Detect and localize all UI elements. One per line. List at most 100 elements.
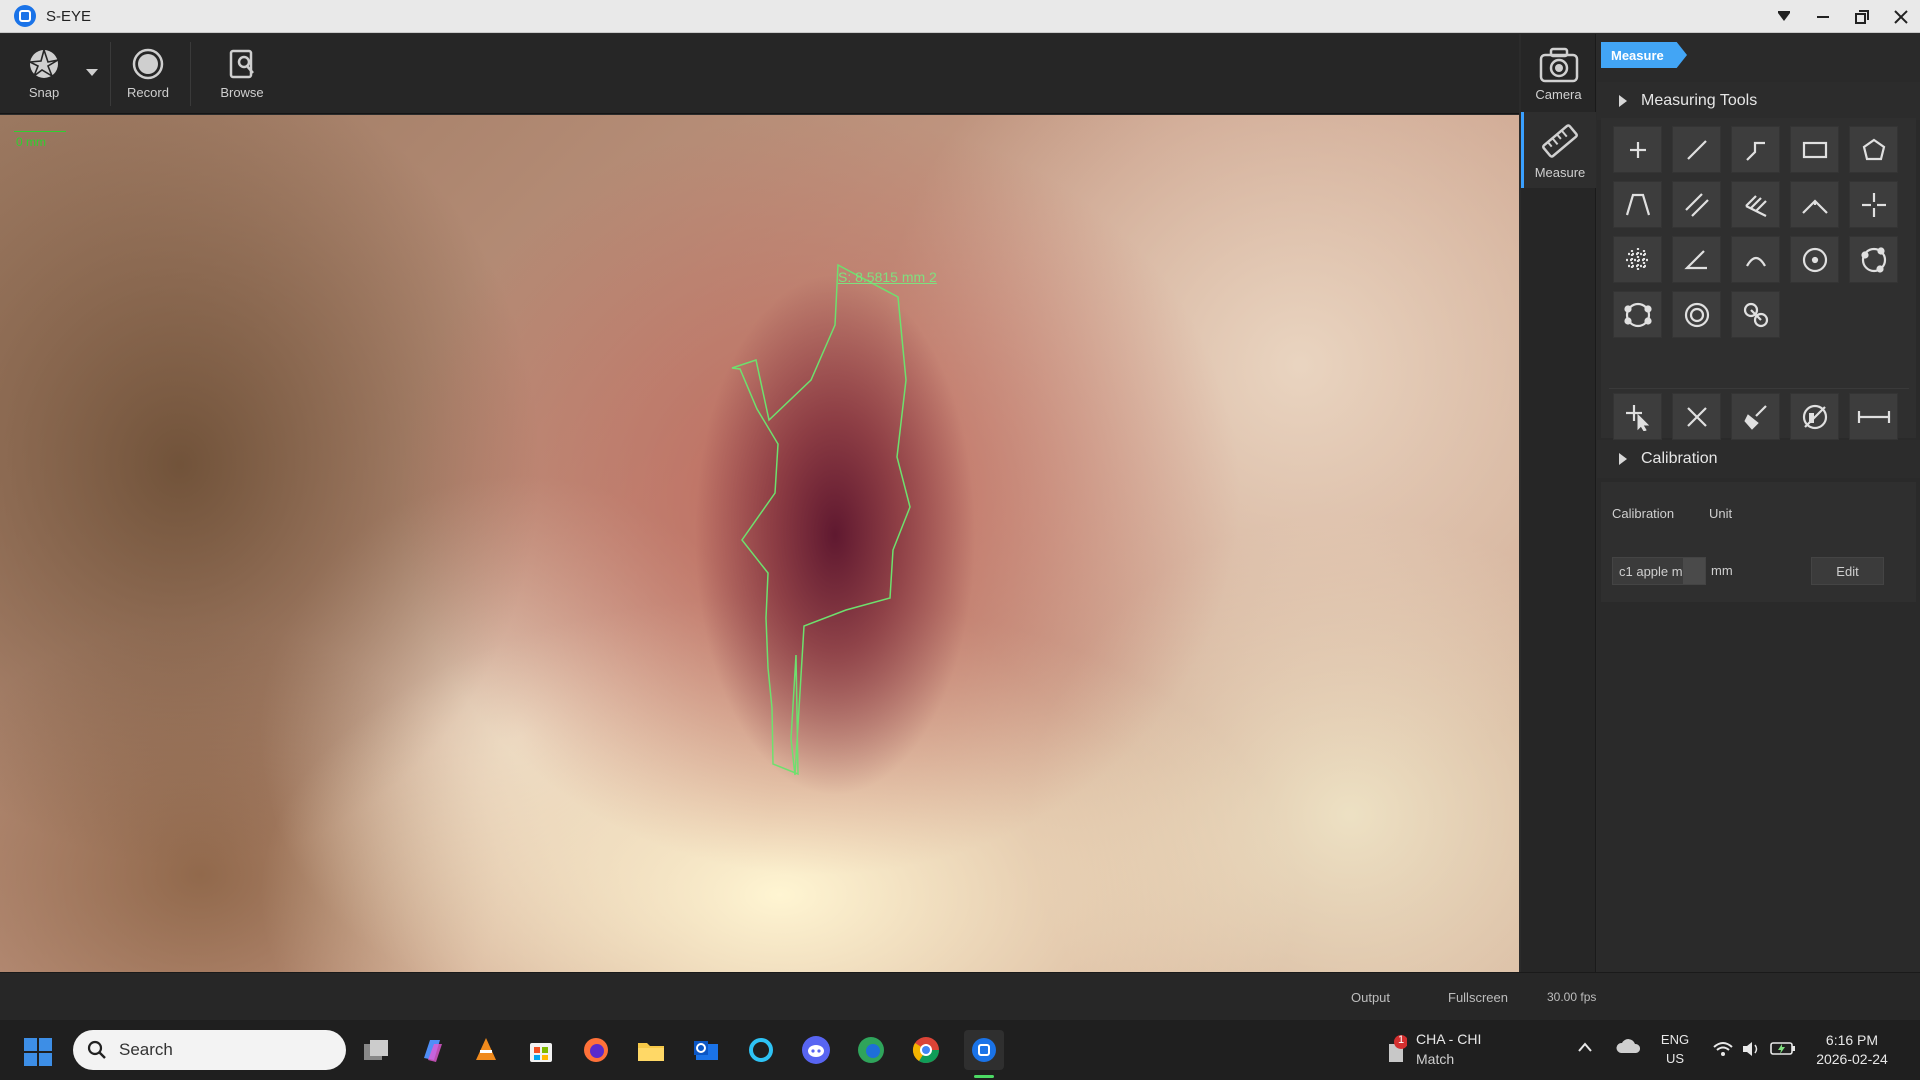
tool-angle[interactable] bbox=[1672, 236, 1721, 283]
calibration-header[interactable]: Calibration bbox=[1597, 440, 1920, 478]
wifi-status[interactable] bbox=[1712, 1040, 1734, 1063]
taskbar-search[interactable]: Search bbox=[73, 1030, 346, 1070]
output-button[interactable]: Output bbox=[1351, 990, 1390, 1005]
title-bar: S-EYE bbox=[0, 0, 1920, 33]
tool-circle-three-point[interactable] bbox=[1849, 236, 1898, 283]
tool-hide-measure[interactable] bbox=[1790, 393, 1839, 440]
tool-brush[interactable] bbox=[1731, 393, 1780, 440]
tab-measure[interactable]: Measure bbox=[1521, 112, 1596, 188]
calibration-select[interactable]: c1 apple magn bbox=[1612, 557, 1706, 585]
chrome-app[interactable] bbox=[909, 1033, 943, 1067]
tab-camera[interactable]: Camera bbox=[1521, 36, 1596, 112]
close-button[interactable] bbox=[1881, 0, 1920, 33]
polyline-icon bbox=[1745, 141, 1765, 161]
restore-button[interactable] bbox=[1842, 0, 1881, 33]
breadcrumb-measure[interactable]: Measure bbox=[1601, 42, 1687, 68]
battery-status[interactable] bbox=[1770, 1040, 1796, 1061]
ruler-icon bbox=[1542, 123, 1578, 158]
tool-parallel-lines[interactable] bbox=[1672, 181, 1721, 228]
expand-triangle-icon bbox=[1619, 453, 1627, 465]
tool-polygon[interactable] bbox=[1849, 126, 1898, 173]
copilot-app[interactable] bbox=[415, 1033, 449, 1067]
camera-viewport[interactable]: 0 mm S: 8.5815 mm 2 bbox=[0, 115, 1519, 972]
wifi-icon bbox=[1713, 1042, 1733, 1056]
windows-logo-icon bbox=[24, 1038, 37, 1051]
edge-app[interactable] bbox=[854, 1033, 888, 1067]
breadcrumb-label: Measure bbox=[1611, 47, 1664, 63]
parallel-lines-icon bbox=[1684, 192, 1709, 217]
clock-time[interactable]: 6:16 PM bbox=[1812, 1032, 1892, 1048]
match-subtitle: Match bbox=[1416, 1051, 1455, 1067]
tab-measure-label: Measure bbox=[1534, 164, 1586, 180]
arbitrary-line-icon bbox=[1625, 193, 1650, 215]
edit-label: Edit bbox=[1836, 563, 1859, 579]
minimize-icon bbox=[1816, 15, 1829, 18]
minimize-button[interactable] bbox=[1803, 0, 1842, 33]
dropdown-window-button[interactable] bbox=[1764, 0, 1803, 33]
language-line2[interactable]: US bbox=[1660, 1051, 1690, 1066]
outlook-app[interactable] bbox=[689, 1033, 723, 1067]
snap-button[interactable]: Snap bbox=[18, 34, 70, 114]
start-button[interactable] bbox=[24, 1038, 52, 1066]
tool-crosshair[interactable] bbox=[1849, 181, 1898, 228]
tool-annulus[interactable] bbox=[1613, 291, 1662, 338]
tool-grid-point[interactable] bbox=[1613, 236, 1662, 283]
tool-arbitrary-line[interactable] bbox=[1613, 181, 1662, 228]
cortana-app[interactable] bbox=[744, 1033, 778, 1067]
firefox-icon bbox=[584, 1038, 608, 1062]
search-placeholder: Search bbox=[119, 1040, 173, 1059]
circle-three-point-icon bbox=[1860, 246, 1886, 273]
tool-select-pointer[interactable] bbox=[1613, 393, 1662, 440]
tool-polyline[interactable] bbox=[1731, 126, 1780, 173]
measuring-tools-header[interactable]: Measuring Tools bbox=[1597, 82, 1920, 120]
tool-rectangle[interactable] bbox=[1790, 126, 1839, 173]
tool-two-circle[interactable] bbox=[1731, 291, 1780, 338]
edit-calibration-button[interactable]: Edit bbox=[1811, 557, 1884, 585]
polygon-area-measurement[interactable] bbox=[731, 263, 911, 776]
brush-icon bbox=[1743, 404, 1767, 430]
tool-delete[interactable] bbox=[1672, 393, 1721, 440]
browse-button[interactable]: Browse bbox=[214, 34, 270, 114]
file-explorer-app[interactable] bbox=[634, 1033, 668, 1067]
main-toolbar: Snap Record Browse bbox=[0, 34, 1519, 114]
clock-date[interactable]: 2026-02-24 bbox=[1812, 1051, 1892, 1067]
show-hidden-icons-button[interactable] bbox=[1577, 1040, 1593, 1058]
discord-app[interactable] bbox=[799, 1033, 833, 1067]
tool-scale-bar[interactable] bbox=[1849, 393, 1898, 440]
record-button[interactable]: Record bbox=[120, 34, 176, 114]
arc-icon bbox=[1745, 256, 1766, 267]
snap-dropdown-button[interactable] bbox=[82, 34, 102, 114]
tool-circle-center[interactable] bbox=[1790, 236, 1839, 283]
s-eye-app[interactable] bbox=[964, 1030, 1004, 1070]
chrome-icon bbox=[912, 1037, 940, 1064]
tool-arc[interactable] bbox=[1731, 236, 1780, 283]
vlc-app[interactable] bbox=[469, 1033, 503, 1067]
dropdown-arrow-icon bbox=[1683, 558, 1705, 584]
multi-parallel-icon bbox=[1744, 194, 1767, 217]
measure-panel: Measure Measuring Tools Calibration Cali… bbox=[1597, 34, 1920, 972]
rectangle-icon bbox=[1802, 141, 1827, 158]
windows-taskbar: Search 1 CHA - CHI Match ENG US 6:16 PM … bbox=[0, 1020, 1920, 1080]
firefox-app[interactable] bbox=[579, 1033, 613, 1067]
fullscreen-button[interactable]: Fullscreen bbox=[1448, 990, 1508, 1005]
tool-concentric-circle[interactable] bbox=[1672, 291, 1721, 338]
store-app[interactable] bbox=[524, 1033, 558, 1067]
onedrive-button[interactable] bbox=[1616, 1038, 1641, 1059]
measuring-tools-grid bbox=[1601, 118, 1916, 440]
tool-line[interactable] bbox=[1672, 126, 1721, 173]
volume-status[interactable] bbox=[1741, 1040, 1761, 1063]
camera-icon bbox=[1539, 47, 1578, 82]
hide-measure-icon bbox=[1802, 404, 1827, 429]
tool-point[interactable] bbox=[1613, 126, 1662, 173]
tool-angle-vertex[interactable] bbox=[1790, 181, 1839, 228]
point-icon bbox=[1629, 141, 1646, 158]
annulus-icon bbox=[1623, 302, 1652, 327]
ring-icon bbox=[749, 1038, 773, 1062]
task-view-button[interactable] bbox=[359, 1033, 393, 1067]
sports-widget-icon[interactable]: 1 bbox=[1385, 1034, 1408, 1064]
app-logo-icon bbox=[14, 5, 36, 27]
tool-multi-parallel[interactable] bbox=[1731, 181, 1780, 228]
circle-center-icon bbox=[1802, 247, 1827, 272]
language-line1[interactable]: ENG bbox=[1660, 1032, 1690, 1047]
side-tab-bar: Camera Measure bbox=[1521, 34, 1596, 972]
